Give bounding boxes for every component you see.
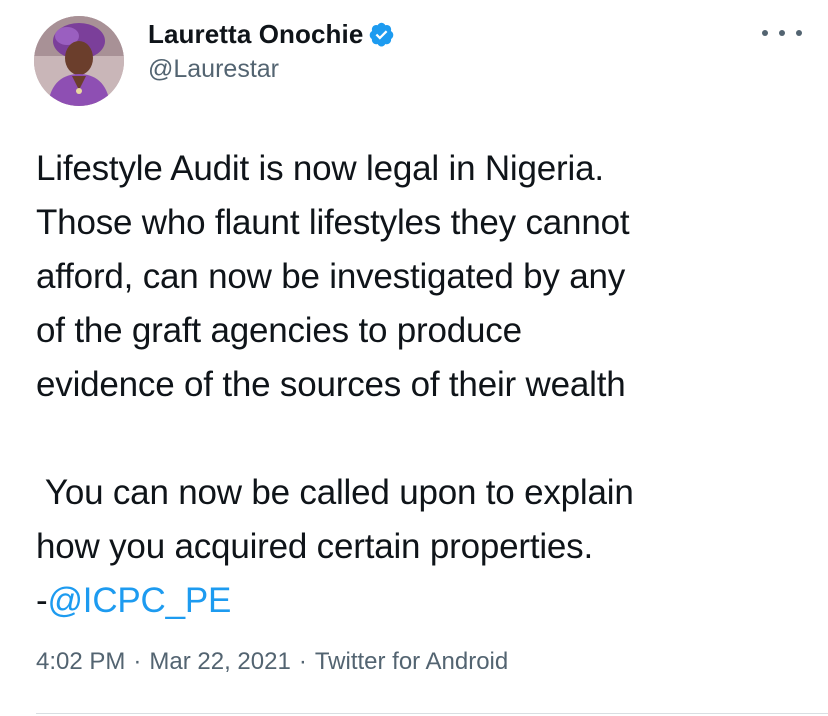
meta-separator: · [133,648,142,675]
author-handle[interactable]: @Laurestar [148,55,279,84]
divider [36,713,828,714]
verified-badge-icon [368,21,395,48]
tweet-source[interactable]: Twitter for Android [315,648,508,675]
profile-photo [34,16,124,106]
tweet-metadata: 4:02 PM · Mar 22, 2021 · Twitter for Android [36,648,508,676]
tweet-time[interactable]: 4:02 PM [36,648,125,675]
mention-prefix: - [36,581,48,620]
tweet-text: Lifestyle Audit is now legal in Nigeria.… [36,142,806,628]
avatar[interactable] [34,16,124,106]
mention-link[interactable]: @ICPC_PE [47,581,231,620]
tweet-line: evidence of the sources of their wealth [36,365,626,404]
tweet-line: how you acquired certain properties. [36,527,594,566]
tweet-line: of the graft agencies to produce [36,311,522,350]
tweet-line: afford, can now be investigated by any [36,257,626,296]
tweet-line: You can now be called upon to explain [36,473,634,512]
tweet-date[interactable]: Mar 22, 2021 [149,648,290,675]
more-dot [762,30,768,36]
author-display-name[interactable]: Lauretta Onochie [148,19,363,50]
more-dot [796,30,802,36]
tweet-line: Those who flaunt lifestyles they cannot [36,203,630,242]
author-name-row: Lauretta Onochie [148,18,395,50]
tweet-line: Lifestyle Audit is now legal in Nigeria. [36,149,604,188]
meta-separator: · [298,648,307,675]
more-dot [779,30,785,36]
tweet-card: Lauretta Onochie @Laurestar Lifestyle Au… [0,0,828,716]
more-options-icon[interactable] [762,22,802,44]
